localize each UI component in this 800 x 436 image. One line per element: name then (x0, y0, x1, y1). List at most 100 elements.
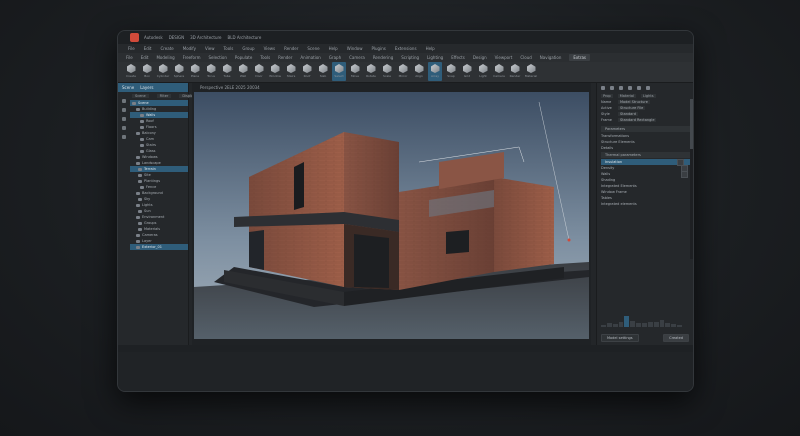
toolbar-tab[interactable]: Animation (300, 55, 320, 60)
toolbar-tab[interactable]: Lighting (427, 55, 443, 60)
tab-lights[interactable]: Lights (641, 93, 656, 98)
tool-button[interactable]: Box (140, 62, 154, 81)
menu-item[interactable]: Help (329, 46, 338, 51)
settings-icon[interactable] (601, 85, 605, 90)
layers-icon[interactable] (610, 85, 614, 90)
property-value[interactable]: Model Structure (618, 100, 650, 104)
menu-item[interactable]: Views (264, 46, 276, 51)
toolbar-tab[interactable]: Tools (260, 55, 270, 60)
tab-properties[interactable]: Prop (601, 93, 613, 98)
tool-button[interactable]: Wall (236, 62, 250, 81)
parameter-section[interactable]: Details (597, 145, 693, 151)
tab-scene[interactable]: Scene (132, 93, 149, 98)
tool-button[interactable]: Roof (300, 62, 314, 81)
tool-button[interactable]: Light (476, 62, 490, 81)
tool-button[interactable]: Rotate (364, 62, 378, 81)
lock-icon[interactable] (122, 117, 126, 121)
tab-material[interactable]: Material (617, 93, 636, 98)
toolbar-tab[interactable]: Graph (329, 55, 341, 60)
tab-filter[interactable]: Filter (156, 93, 172, 98)
status-bar (118, 345, 693, 352)
menu-item[interactable]: View (205, 46, 215, 51)
app-logo-icon[interactable] (130, 33, 139, 42)
parameter-section[interactable]: Thermal parameters (601, 152, 690, 158)
model-settings-button[interactable]: Model settings (601, 334, 639, 342)
toolbar-tab[interactable]: Camera (349, 55, 365, 60)
menu-item[interactable]: Extensions (395, 46, 417, 51)
tool-button[interactable]: Snap (444, 62, 458, 81)
tool-button[interactable]: Camera (492, 62, 506, 81)
scrollbar-thumb[interactable] (690, 99, 693, 149)
layer-icon[interactable] (122, 126, 126, 130)
tool-button[interactable]: Grid (460, 62, 474, 81)
toolbar-tab[interactable]: File (126, 55, 133, 60)
color-swatch[interactable] (681, 170, 688, 178)
property-value[interactable]: Structure File (618, 106, 646, 110)
toolbar-tab[interactable]: Viewport (495, 55, 513, 60)
tool-button[interactable]: Move (348, 62, 362, 81)
tool-button[interactable]: Torus (204, 62, 218, 81)
tool-button[interactable]: Material (524, 62, 538, 81)
created-button[interactable]: Created (663, 334, 689, 342)
object-icon (132, 101, 136, 105)
toolbar-tab[interactable]: Freeform (183, 55, 201, 60)
tool-button[interactable]: Align (412, 62, 426, 81)
tool-button[interactable]: Mirror (396, 62, 410, 81)
toolbar-tab[interactable]: Navigation (540, 55, 562, 60)
viewport-render[interactable] (194, 92, 589, 339)
menu-item[interactable]: Plugins (372, 46, 386, 51)
parameter-section[interactable]: Integrated elements (597, 201, 693, 207)
toolbar-tab[interactable]: Effects (451, 55, 465, 60)
tool-button[interactable]: Window (268, 62, 282, 81)
menu-item[interactable]: Modify (183, 46, 196, 51)
menu-item[interactable]: File (128, 46, 135, 51)
menu-item[interactable]: Help (426, 46, 435, 51)
scrollbar[interactable] (690, 99, 693, 259)
panel-title[interactable]: Layers (140, 85, 153, 90)
viewport[interactable]: Perspective 2ELE 2025 20034 (192, 83, 591, 345)
menu-item[interactable]: Scene (307, 46, 319, 51)
tool-button[interactable]: Sphere (172, 62, 186, 81)
tool-button[interactable]: Stairs (284, 62, 298, 81)
tool-button[interactable]: Tube (220, 62, 234, 81)
toolbar-tab[interactable]: Render (278, 55, 292, 60)
menu-item[interactable]: Group (242, 46, 254, 51)
toolbar-tab[interactable]: Rendering (373, 55, 393, 60)
toolbar-tab[interactable]: Modeling (156, 55, 174, 60)
tool-icon (158, 64, 168, 73)
toolbar-tab[interactable]: Edit (141, 55, 149, 60)
menu-icon[interactable] (646, 85, 650, 90)
menu-item[interactable]: Edit (144, 46, 152, 51)
tool-button[interactable]: Slab (316, 62, 330, 81)
camera-icon[interactable] (628, 85, 632, 90)
render-icon[interactable] (637, 85, 641, 90)
tool-button[interactable]: Cylinder (156, 62, 170, 81)
menu-item[interactable]: Render (284, 46, 298, 51)
property-value[interactable]: Standard (618, 112, 638, 116)
menu-item[interactable]: Window (347, 46, 363, 51)
parameters-dropdown[interactable]: Parameters (601, 126, 690, 132)
tool-button[interactable]: Select (332, 62, 346, 81)
toolbar-tab[interactable]: Populate (235, 55, 252, 60)
toolbar-tab[interactable]: Selection (208, 55, 226, 60)
menu-item[interactable]: Tools (224, 46, 234, 51)
tool-button[interactable]: Scale (380, 62, 394, 81)
light-icon[interactable] (619, 85, 623, 90)
toolbar-tab[interactable]: Cloud (520, 55, 531, 60)
tool-button[interactable]: Render (508, 62, 522, 81)
property-value[interactable]: Standard Rectangle (618, 118, 657, 122)
panel-title[interactable]: Scene (122, 85, 134, 90)
viewport-label[interactable]: Perspective 2ELE 2025 20034 (200, 85, 260, 90)
eye-icon[interactable] (122, 108, 126, 112)
tool-button[interactable]: Plane (188, 62, 202, 81)
light-icon[interactable] (122, 135, 126, 139)
tool-button[interactable]: Door (252, 62, 266, 81)
filter-icon[interactable] (122, 99, 126, 103)
tool-button[interactable]: Array (428, 62, 442, 81)
toolbar-tab[interactable]: Scripting (401, 55, 419, 60)
toolbar-tab[interactable]: Extras (569, 54, 591, 61)
tool-button[interactable]: Create (124, 62, 138, 81)
tree-item[interactable]: Exterior_01 (130, 244, 188, 250)
menu-item[interactable]: Create (160, 46, 173, 51)
toolbar-tab[interactable]: Design (473, 55, 487, 60)
